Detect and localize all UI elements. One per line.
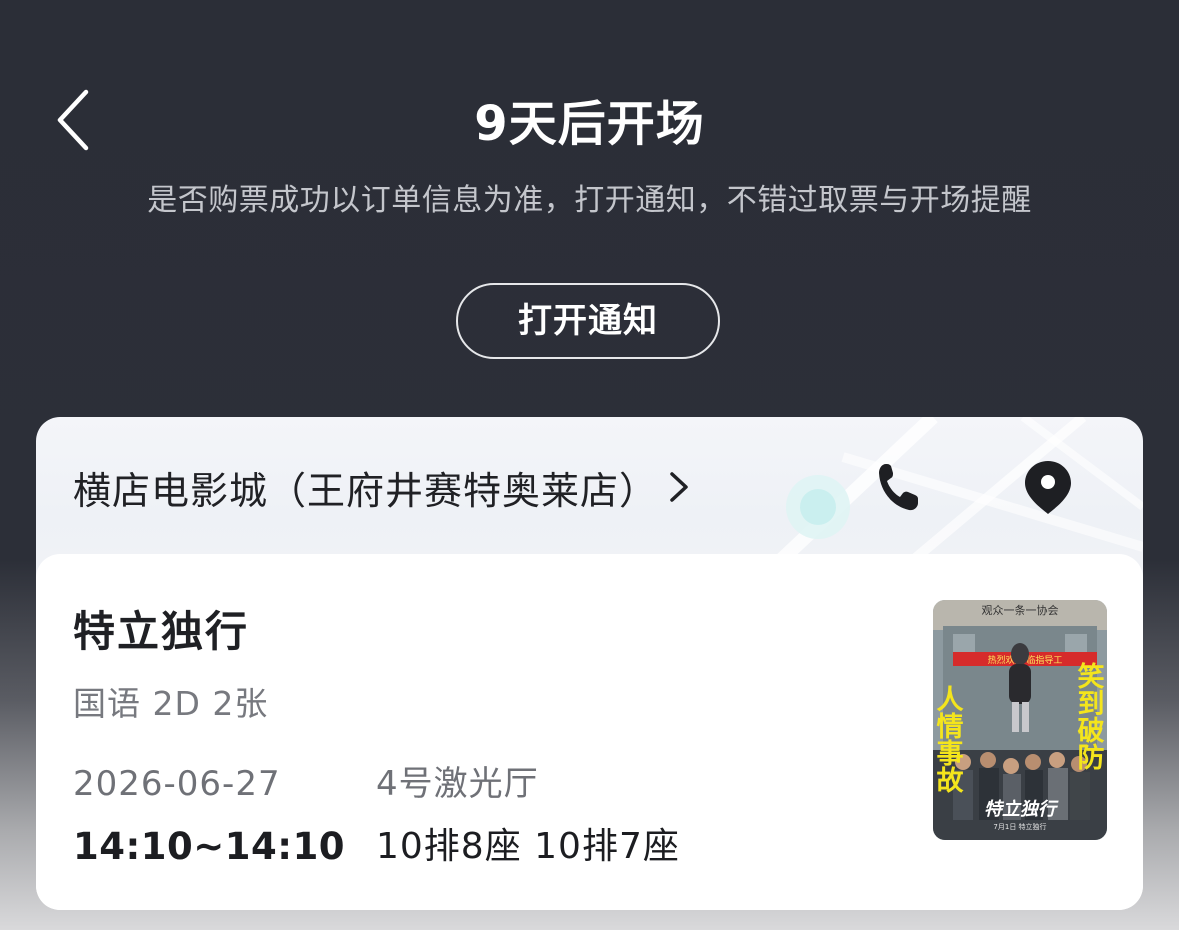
phone-icon <box>879 464 918 511</box>
ticket-card: 横店电影城（王府井赛特奥莱店） 特立独行 国语 2D 2张 2026-06-27… <box>36 417 1143 910</box>
chevron-right-icon <box>668 470 690 504</box>
phone-button[interactable] <box>874 457 922 517</box>
location-button[interactable] <box>1020 457 1076 517</box>
location-pin-icon <box>1025 461 1071 514</box>
show-time: 14:10~14:10 <box>73 825 346 868</box>
show-date: 2026-06-27 <box>73 764 281 804</box>
movie-title: 特立独行 <box>73 607 250 656</box>
poster-top-banner: 观众一条一协会 <box>982 603 1059 617</box>
movie-details: 特立独行 国语 2D 2张 2026-06-27 14:10~14:10 4号激… <box>36 554 1143 910</box>
notification-hint: 是否购票成功以订单信息为准，打开通知，不错过取票与开场提醒 <box>147 183 1032 218</box>
hall-name: 4号激光厅 <box>376 764 539 804</box>
seat-info: 10排8座 10排7座 <box>376 826 680 867</box>
poster-right-text: 笑到破防 <box>1073 661 1105 770</box>
cinema-name-link[interactable]: 横店电影城（王府井赛特奥莱店） <box>73 457 690 517</box>
movie-info: 国语 2D 2张 <box>73 684 269 723</box>
cinema-name: 横店电影城（王府井赛特奥莱店） <box>73 468 659 513</box>
poster-left-text: 人情事故 <box>933 685 963 794</box>
poster-logo: 特立独行 <box>984 799 1059 820</box>
map-decoration <box>758 417 1143 577</box>
open-notification-button[interactable]: 打开通知 <box>456 283 720 359</box>
movie-poster[interactable]: 观众一条一协会 热烈欢迎 临指导工 人情事故 笑到破防 特立独行 7月1日 特立… <box>933 600 1107 840</box>
page-title: 9天后开场 <box>474 96 705 152</box>
poster-release: 7月1日 特立独行 <box>993 822 1046 831</box>
